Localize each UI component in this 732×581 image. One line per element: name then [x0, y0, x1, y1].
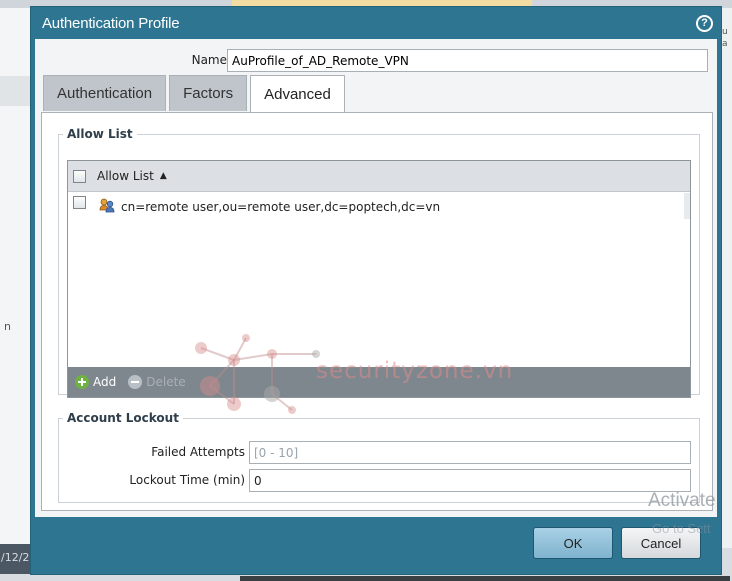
allow-list-column-header[interactable]: Allow List — [97, 169, 154, 183]
account-lockout-legend: Account Lockout — [67, 411, 179, 425]
grid-header: Allow List ▲ — [68, 161, 690, 192]
ok-button[interactable]: OK — [533, 527, 613, 559]
activate-windows-text: Activate — [648, 490, 716, 511]
grid-footer-toolbar: Add Delete — [68, 367, 690, 397]
add-icon — [75, 375, 89, 389]
lockout-time-input[interactable] — [249, 469, 691, 492]
background-bottom-bar — [240, 576, 730, 581]
delete-button[interactable]: Delete — [128, 375, 186, 389]
name-input[interactable] — [227, 49, 708, 72]
activate-windows-subtext: Go to Sett — [652, 521, 711, 536]
tab-bar: Authentication Factors Advanced — [43, 75, 348, 113]
select-all-checkbox[interactable] — [73, 169, 86, 183]
grid-scrollbar[interactable] — [684, 193, 690, 219]
row-checkbox[interactable] — [73, 196, 86, 209]
table-row[interactable]: cn=remote user,ou=remote user,dc=poptech… — [68, 192, 690, 224]
background-date: /12/2 — [0, 544, 32, 574]
dialog-footer: OK Cancel — [31, 517, 721, 575]
lockout-time-row: Lockout Time (min) — [59, 469, 699, 493]
tab-advanced[interactable]: Advanced — [250, 75, 345, 113]
sort-ascending-icon[interactable]: ▲ — [160, 171, 167, 181]
lockout-time-label: Lockout Time (min) — [129, 473, 245, 487]
allow-list-entry: cn=remote user,ou=remote user,dc=poptech… — [121, 200, 441, 214]
background-text: n — [4, 320, 11, 333]
allow-list-group: Allow List Allow List ▲ cn=remote user,o… — [58, 127, 700, 398]
tab-authentication[interactable]: Authentication — [43, 75, 167, 111]
failed-attempts-row: Failed Attempts — [59, 441, 699, 465]
dialog-title: Authentication Profile — [42, 14, 180, 32]
add-button[interactable]: Add — [75, 375, 116, 389]
failed-attempts-input[interactable] — [249, 441, 691, 464]
delete-icon — [128, 375, 143, 389]
add-label: Add — [93, 375, 117, 389]
dialog-titlebar[interactable]: Authentication Profile ? — [31, 7, 721, 39]
advanced-panel: Allow List Allow List ▲ cn=remote user,o… — [41, 113, 713, 511]
allow-list-legend: Allow List — [67, 127, 133, 141]
dialog-content: Name Authentication Factors Advanced All… — [35, 39, 717, 517]
help-icon[interactable]: ? — [696, 14, 713, 32]
background-row — [0, 76, 30, 106]
authentication-profile-dialog: Authentication Profile ? Name Authentica… — [30, 6, 722, 575]
background-left-panel: n — [0, 8, 30, 548]
name-label: Name — [191, 53, 227, 67]
account-lockout-group: Account Lockout Failed Attempts Lockout … — [58, 411, 700, 503]
failed-attempts-label: Failed Attempts — [151, 445, 245, 459]
background-text: ua — [722, 27, 728, 49]
tab-factors[interactable]: Factors — [169, 75, 248, 111]
background-right-panel: ua — [722, 8, 732, 548]
name-row: Name — [35, 49, 717, 72]
user-group-icon — [99, 197, 115, 213]
delete-label: Delete — [146, 375, 186, 389]
allow-list-grid: Allow List ▲ cn=remote user,ou=remote us… — [67, 160, 691, 398]
